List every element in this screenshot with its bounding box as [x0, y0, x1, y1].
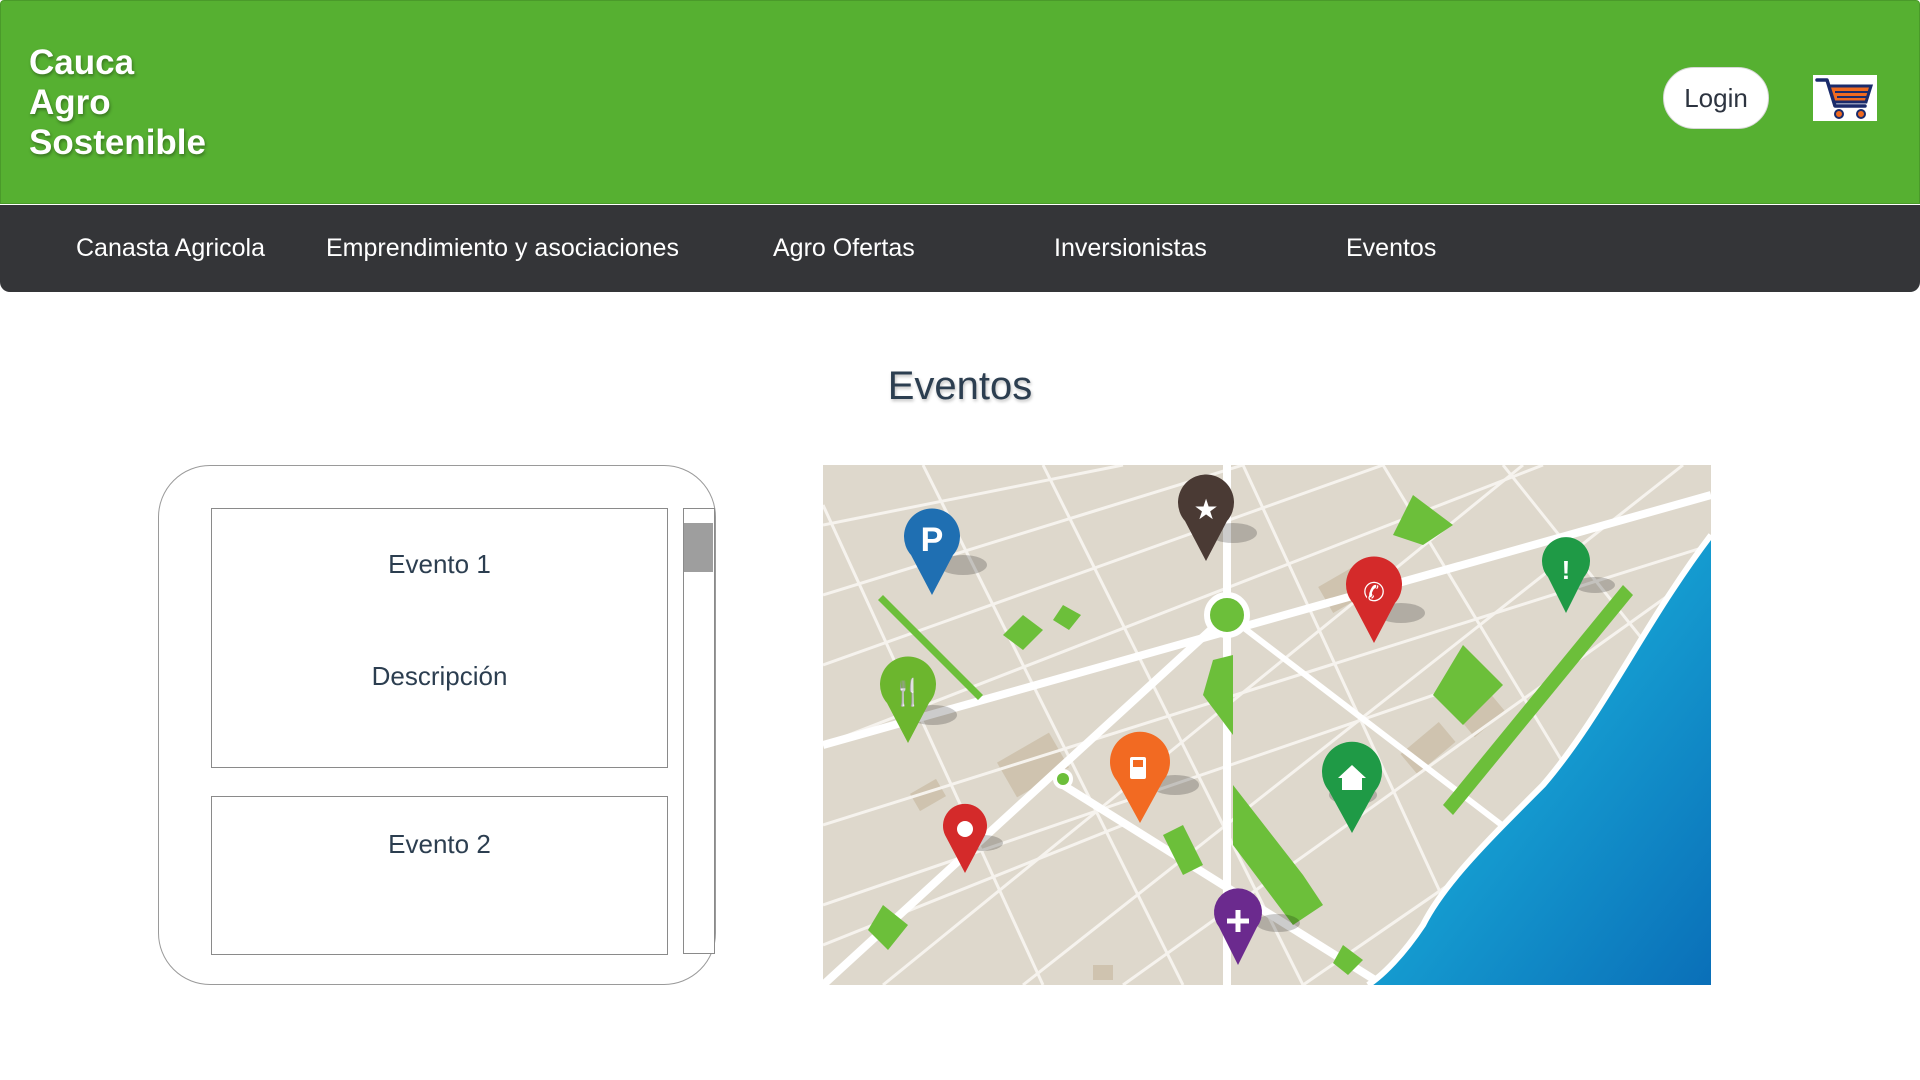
event-card[interactable]: Evento 1 Descripción — [211, 508, 668, 768]
login-button[interactable]: Login — [1663, 67, 1769, 129]
event-list-panel: Evento 1 Descripción Evento 2 — [158, 465, 716, 985]
svg-text:!: ! — [1562, 555, 1571, 585]
event-description: Descripción — [371, 661, 508, 691]
event-title: Evento 1 — [388, 549, 491, 579]
page-title: Eventos — [887, 364, 1033, 408]
header-bar: Cauca Agro Sostenible Login — [0, 0, 1920, 204]
brand-line-1: Cauca — [29, 43, 135, 82]
brand-line-3: Sostenible — [29, 123, 206, 162]
svg-text:★: ★ — [1193, 493, 1218, 526]
nav-item-canasta-agricola[interactable]: Canasta Agricola — [76, 205, 265, 292]
nav-item-agro-ofertas[interactable]: Agro Ofertas — [773, 205, 915, 292]
scrollbar-thumb[interactable] — [684, 523, 713, 572]
events-map[interactable]: P ★ ✆ ! 🍴 — [823, 465, 1711, 985]
event-list-scrollbar[interactable] — [683, 508, 715, 954]
event-title: Evento 2 — [388, 829, 491, 859]
svg-text:🍴: 🍴 — [892, 677, 924, 708]
svg-text:P: P — [921, 521, 944, 559]
brand-line-2: Agro — [29, 83, 111, 122]
nav-item-inversionistas[interactable]: Inversionistas — [1054, 205, 1207, 292]
svg-text:✆: ✆ — [1363, 578, 1385, 608]
brand-logo-text[interactable]: Cauca Agro Sostenible — [29, 43, 249, 163]
nav-item-emprendimiento[interactable]: Emprendimiento y asociaciones — [326, 205, 679, 292]
main-navigation: Canasta Agricola Emprendimiento y asocia… — [0, 205, 1920, 292]
city-map-illustration: P ★ ✆ ! 🍴 — [823, 465, 1711, 985]
shopping-cart-icon — [1815, 78, 1874, 119]
cart-button[interactable] — [1813, 75, 1877, 121]
event-card[interactable]: Evento 2 — [211, 796, 668, 955]
nav-item-eventos[interactable]: Eventos — [1346, 205, 1436, 292]
